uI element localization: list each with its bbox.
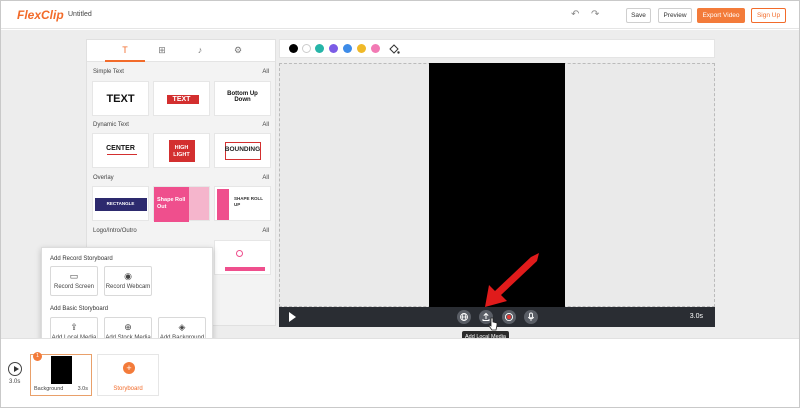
text-card[interactable]: TEXT [92, 81, 149, 116]
clip-name: Background [34, 386, 64, 392]
color-swatch-teal[interactable] [315, 44, 324, 53]
section-logo-intro-outro: Logo/Intro/Outro All [87, 228, 275, 234]
color-swatch-purple[interactable] [329, 44, 338, 53]
fill-bucket-icon[interactable] [388, 42, 400, 60]
button-label: Record Webcam [105, 284, 151, 290]
app-window: FlexClip Untitled ↶ ↷ Save Preview Expor… [0, 0, 800, 408]
record-screen-button[interactable]: ▭ Record Screen [50, 266, 98, 296]
globe-icon: ⊕ [124, 322, 132, 332]
card-label: TEXT [106, 93, 135, 105]
elements-tab-icon[interactable]: ⊞ [142, 40, 182, 62]
basic-storyboard-heading: Add Basic Storyboard [50, 306, 109, 312]
timeline: 3.0s Background 3.0s 1 + Storyboard [1, 338, 799, 407]
text-card[interactable]: HIGH LIGHT [153, 133, 210, 168]
button-label: Record Screen [53, 284, 95, 290]
section-dynamic-text: Dynamic Text All [87, 122, 275, 128]
overlay-card[interactable]: SHAPE ROLL UP [214, 186, 271, 221]
sign-up-button[interactable]: Sign Up [751, 8, 786, 23]
settings-tab-icon[interactable]: ⚙ [218, 40, 258, 62]
color-swatch-yellow[interactable] [357, 44, 366, 53]
pink-dot-icon [236, 250, 243, 257]
webcam-icon: ◉ [124, 271, 132, 281]
card-label: SHAPE ROLL UP [234, 196, 263, 207]
section-title: Dynamic Text [93, 122, 129, 128]
intro-card[interactable] [214, 240, 271, 275]
record-icon[interactable] [502, 310, 516, 324]
all-link[interactable]: All [262, 175, 269, 181]
clip-duration: 3.0s [77, 386, 88, 392]
underline [107, 154, 137, 155]
timeline-play-icon[interactable] [8, 362, 22, 376]
color-swatch-white[interactable] [302, 44, 311, 53]
fill-bucket-icon: ◈ [178, 322, 186, 332]
color-toolbar [279, 39, 715, 58]
duration-label: 3.0s [689, 313, 703, 320]
pink-bar [225, 267, 265, 271]
panel-tabs: T ⊞ ♪ ⚙ [87, 40, 275, 62]
record-webcam-button[interactable]: ◉ Record Webcam [104, 266, 152, 296]
section-simple-text: Simple Text All [87, 69, 275, 75]
timeline-time: 3.0s [9, 379, 21, 385]
export-video-button[interactable]: Export Video [697, 8, 745, 23]
all-link[interactable]: All [262, 69, 269, 75]
section-overlay: Overlay All [87, 175, 275, 181]
text-card[interactable]: TEXT [153, 81, 210, 116]
play-icon[interactable] [289, 312, 296, 322]
card-label: TEXT [172, 96, 191, 103]
card-label: CENTER [106, 145, 135, 152]
all-link[interactable]: All [262, 122, 269, 128]
color-swatch-pink[interactable] [371, 44, 380, 53]
save-button[interactable]: Save [626, 8, 651, 23]
text-tab-icon[interactable]: T [105, 40, 145, 62]
add-storyboard-button[interactable]: + Storyboard [97, 354, 159, 396]
record-storyboard-heading: Add Record Storyboard [50, 256, 113, 262]
text-card[interactable]: BOUNDING [214, 133, 271, 168]
red-arrow-annotation [485, 253, 539, 307]
card-label: HIGH LIGHT [173, 145, 190, 158]
all-link[interactable]: All [262, 228, 269, 234]
card-label: Bottom Up Down [227, 91, 258, 103]
undo-icon[interactable]: ↶ [571, 9, 579, 20]
upload-icon: ⇪ [70, 322, 78, 332]
storyboard-label: Storyboard [113, 386, 143, 392]
card-label: BOUNDING [224, 146, 261, 153]
flexclip-logo[interactable]: FlexClip [17, 8, 64, 22]
clip-thumbnail [51, 356, 72, 384]
color-swatch-blue[interactable] [343, 44, 352, 53]
color-swatch-black[interactable] [289, 44, 298, 53]
microphone-icon[interactable] [524, 310, 538, 324]
text-card[interactable]: Bottom Up Down [214, 81, 271, 116]
pink-stripe [217, 189, 229, 220]
section-title: Logo/Intro/Outro [93, 228, 137, 234]
section-title: Simple Text [93, 69, 124, 75]
top-bar: FlexClip Untitled ↶ ↷ Save Preview Expor… [1, 1, 799, 29]
redo-icon[interactable]: ↷ [591, 9, 599, 20]
overlay-card[interactable]: Shape Roll Out [153, 186, 210, 222]
text-card[interactable]: CENTER [92, 133, 149, 168]
clip-number-badge: 1 [33, 352, 42, 361]
section-title: Overlay [93, 175, 114, 181]
monitor-icon: ▭ [69, 271, 79, 281]
document-title[interactable]: Untitled [68, 11, 92, 18]
overlay-card[interactable]: RECTANGLE [92, 186, 149, 221]
preview-button[interactable]: Preview [658, 8, 692, 23]
music-tab-icon[interactable]: ♪ [180, 40, 220, 62]
logo-text: FlexClip [17, 8, 64, 22]
hand-cursor-icon [488, 317, 498, 331]
plus-icon: + [123, 362, 135, 374]
globe-icon[interactable] [457, 310, 471, 324]
card-label: Shape Roll Out [157, 197, 186, 210]
card-label: RECTANGLE [106, 201, 135, 206]
